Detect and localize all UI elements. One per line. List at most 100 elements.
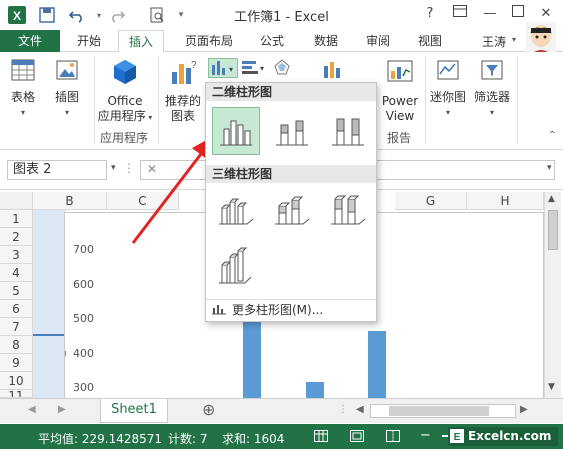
site-logo-icon: E [450,429,464,443]
zoom-out-icon[interactable]: − [420,428,431,443]
ribbon-separator [425,56,426,144]
vertical-scroll-thumb[interactable] [548,210,558,250]
column-header-h[interactable]: H [467,192,544,210]
table-dropdown-icon: ▾ [20,108,25,117]
tab-page-layout[interactable]: 页面布局 [176,30,242,52]
office-apps-label-line2: 应用程序 [97,109,146,123]
filters-button[interactable]: 筛选器 ▾ [472,58,512,120]
row-header-10[interactable]: 10 [0,372,33,390]
100-percent-stacked-column-option[interactable] [324,107,372,155]
name-box[interactable]: 图表 2 [7,160,107,180]
illustrations-button[interactable]: 插图 ▾ [50,58,84,120]
sheet-scroll-right-icon[interactable]: ▶ [58,404,66,415]
100-percent-stacked-column-icon [332,118,364,146]
sheet-tab-bar: ◀ ▶ Sheet1 ⊕ ⋮ ◀ ▶ [0,398,563,423]
page-break-view-icon[interactable] [386,430,400,445]
h-scroll-right-icon[interactable]: ▶ [520,404,528,415]
avatar[interactable] [526,22,556,56]
user-name[interactable]: 王涛 [482,33,506,50]
chart-resize-handle[interactable] [65,351,66,356]
table-icon [6,58,40,86]
chart-bar[interactable] [243,309,262,401]
illustrations-label: 插图 [54,90,79,104]
row-header-1[interactable]: 1 [0,210,33,228]
minimize-button[interactable]: — [480,4,500,24]
chart-bar[interactable] [368,331,386,401]
tab-insert[interactable]: 插入 [118,30,164,53]
site-logo-text: Excelcn.com [468,429,552,443]
bar-chart-button[interactable]: ▾ [240,58,270,78]
clustered-column-option[interactable] [212,107,260,155]
horizontal-scrollbar[interactable] [370,404,516,418]
more-column-charts-link[interactable]: 更多柱形图(M)... [206,299,376,319]
3d-column-option[interactable] [212,243,260,291]
office-apps-button[interactable]: Office 应用程序 ▾ [96,58,154,125]
recommended-charts-label-line2: 图表 [170,109,195,123]
tab-data[interactable]: 数据 [306,30,346,52]
tab-home[interactable]: 开始 [68,30,110,52]
svg-text:E: E [454,432,461,443]
tab-file[interactable]: 文件 [0,30,60,52]
sparklines-button[interactable]: 迷你图 ▾ [427,58,469,120]
tab-review[interactable]: 审阅 [358,30,398,52]
row-header-3[interactable]: 3 [0,246,33,264]
column-chart-button[interactable]: ▾ [208,58,238,78]
sparklines-icon [427,58,469,86]
select-all-corner[interactable] [0,192,33,210]
sheet-more-icon: ⋮ [338,404,348,415]
sheet-tab-sheet1[interactable]: Sheet1 [100,399,168,423]
3d-stacked-column-option[interactable] [268,187,316,235]
name-box-dropdown-icon[interactable]: ▾ [111,163,116,173]
filters-label: 筛选器 [473,90,510,104]
reports-group-label: 报告 [387,131,412,145]
table-label: 表格 [10,90,35,104]
close-button[interactable]: ✕ [536,4,556,24]
table-button[interactable]: 表格 ▾ [6,58,40,120]
ribbon-separator [94,56,95,144]
row-header-8[interactable]: 8 [0,336,33,354]
row-header-9[interactable]: 9 [0,354,33,372]
normal-view-icon[interactable] [314,430,328,445]
h-scroll-left-icon[interactable]: ◀ [356,404,364,415]
sheet-scroll-left-icon[interactable]: ◀ [28,404,36,415]
selected-range-highlight [33,210,66,398]
row-header-2[interactable]: 2 [0,228,33,246]
y-tick-label: 300 [73,381,94,395]
radar-chart-button[interactable] [272,58,302,78]
row-header-11[interactable]: 11 [0,390,33,398]
section-3d-column: 三维柱形图 [206,165,376,183]
ribbon-separator [517,56,518,144]
recommended-charts-label-line1: 推荐的 [164,94,201,108]
page-layout-view-icon[interactable] [350,430,364,445]
vertical-scrollbar[interactable]: ▲ ▼ [544,192,561,398]
row-header-4[interactable]: 4 [0,264,33,282]
stacked-column-option[interactable] [268,107,316,155]
row-header-6[interactable]: 6 [0,300,33,318]
scroll-up-icon[interactable]: ▲ [548,194,555,204]
horizontal-scroll-thumb[interactable] [389,406,489,416]
ribbon-display-options-icon[interactable] [450,4,470,24]
scroll-down-icon[interactable]: ▼ [548,382,555,392]
help-button[interactable]: ? [420,4,440,24]
sparklines-label: 迷你图 [429,90,466,104]
3d-100-percent-stacked-column-option[interactable] [324,187,372,235]
column-header-g[interactable]: G [395,192,467,210]
new-sheet-button[interactable]: ⊕ [202,400,215,419]
pivot-chart-button[interactable] [320,58,354,80]
power-view-label-line1: Power [381,94,419,108]
restore-button[interactable] [508,4,528,24]
user-dropdown-icon[interactable]: ▾ [512,35,516,44]
tab-formulas[interactable]: 公式 [252,30,292,52]
3d-clustered-column-option[interactable] [212,187,260,235]
section-2d-column: 二维柱形图 [206,83,376,101]
tab-view[interactable]: 视图 [410,30,450,52]
expand-formula-bar-icon[interactable]: ▾ [547,163,552,173]
power-view-button[interactable]: Power View [380,58,420,124]
column-header-b[interactable]: B [33,192,107,210]
row-header-7[interactable]: 7 [0,318,33,336]
collapse-ribbon-icon[interactable]: ⌃ [548,130,556,141]
row-header-5[interactable]: 5 [0,282,33,300]
illustrations-dropdown-icon: ▾ [64,108,69,117]
recommended-charts-button[interactable]: ? 推荐的 图表 [162,58,204,124]
office-apps-dropdown-icon: ▾ [145,113,153,122]
